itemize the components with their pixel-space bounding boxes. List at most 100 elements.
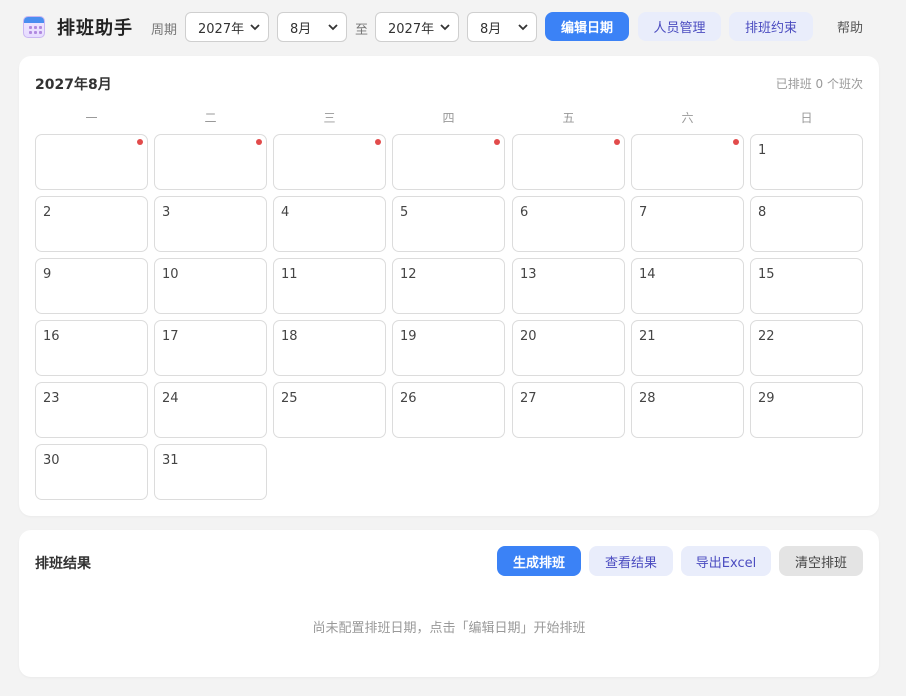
calendar-day-cell[interactable]: 28 xyxy=(631,382,744,438)
day-number: 2 xyxy=(43,205,52,220)
weekday-label: 四 xyxy=(442,111,455,125)
calendar-day-cell[interactable]: 1 xyxy=(750,134,863,190)
app-title: 排班助手 xyxy=(57,18,133,39)
staff-management-button[interactable]: 人员管理 xyxy=(638,12,721,41)
calendar-day-cell[interactable]: 5 xyxy=(392,196,505,252)
edit-dates-button[interactable]: 编辑日期 xyxy=(545,12,629,41)
day-number: 4 xyxy=(281,205,290,220)
calendar-day-cell[interactable]: 3 xyxy=(154,196,267,252)
day-number: 9 xyxy=(43,267,52,282)
results-card: 排班结果 生成排班 查看结果 导出Excel 清空排班 尚未配置排班日期，点击「… xyxy=(19,530,879,677)
results-title: 排班结果 xyxy=(35,556,91,572)
empty-state-message: 尚未配置排班日期，点击「编辑日期」开始排班 xyxy=(312,621,586,636)
day-number: 24 xyxy=(162,391,179,406)
period-label: 周期 xyxy=(151,23,178,38)
calendar-cell-outside-month[interactable] xyxy=(392,134,505,190)
day-number: 17 xyxy=(162,329,179,344)
day-number: 13 xyxy=(520,267,537,282)
chevron-down-icon xyxy=(518,24,528,31)
calendar-cell-outside-month[interactable] xyxy=(154,134,267,190)
day-number: 8 xyxy=(758,205,767,220)
calendar-day-cell[interactable]: 4 xyxy=(273,196,386,252)
calendar-day-cell[interactable]: 22 xyxy=(750,320,863,376)
weekday-label: 二 xyxy=(204,111,217,125)
calendar-day-cell[interactable]: 29 xyxy=(750,382,863,438)
calendar-cell-outside-month[interactable] xyxy=(273,134,386,190)
start-month-select[interactable]: 8月 xyxy=(277,12,347,42)
marker-dot xyxy=(375,139,381,145)
weekday-label: 三 xyxy=(323,111,336,125)
calendar-day-cell[interactable]: 15 xyxy=(750,258,863,314)
day-number: 23 xyxy=(43,391,60,406)
day-number: 20 xyxy=(520,329,537,344)
day-number: 16 xyxy=(43,329,60,344)
calendar-day-cell[interactable]: 30 xyxy=(35,444,148,500)
calendar-day-cell[interactable]: 16 xyxy=(35,320,148,376)
export-excel-button[interactable]: 导出Excel xyxy=(681,546,771,576)
chevron-down-icon xyxy=(440,24,450,31)
calendar-day-cell[interactable]: 10 xyxy=(154,258,267,314)
calendar-day-cell[interactable]: 31 xyxy=(154,444,267,500)
weekday-label: 日 xyxy=(800,111,813,125)
calendar-day-cell[interactable]: 6 xyxy=(512,196,625,252)
day-number: 21 xyxy=(639,329,656,344)
calendar-day-cell[interactable]: 14 xyxy=(631,258,744,314)
period-separator: 至 xyxy=(355,23,369,38)
calendar-day-cell[interactable]: 2 xyxy=(35,196,148,252)
day-number: 15 xyxy=(758,267,775,282)
calendar-day-cell[interactable]: 7 xyxy=(631,196,744,252)
marker-dot xyxy=(614,139,620,145)
end-year-select[interactable]: 2027年 xyxy=(375,12,459,42)
marker-dot xyxy=(733,139,739,145)
day-number: 25 xyxy=(281,391,298,406)
day-number: 29 xyxy=(758,391,775,406)
calendar-day-cell[interactable]: 21 xyxy=(631,320,744,376)
end-month-select[interactable]: 8月 xyxy=(467,12,537,42)
calendar-day-cell[interactable]: 8 xyxy=(750,196,863,252)
marker-dot xyxy=(137,139,143,145)
calendar-day-cell[interactable]: 27 xyxy=(512,382,625,438)
calendar-day-cell[interactable]: 23 xyxy=(35,382,148,438)
day-number: 18 xyxy=(281,329,298,344)
weekday-label: 六 xyxy=(681,111,694,125)
calendar-day-cell[interactable]: 19 xyxy=(392,320,505,376)
marker-dot xyxy=(256,139,262,145)
day-number: 7 xyxy=(639,205,648,220)
weekday-label: 五 xyxy=(562,111,575,125)
calendar-day-cell[interactable]: 25 xyxy=(273,382,386,438)
day-number: 6 xyxy=(520,205,529,220)
calendar-day-cell[interactable]: 13 xyxy=(512,258,625,314)
chevron-down-icon xyxy=(250,24,260,31)
generate-schedule-button[interactable]: 生成排班 xyxy=(497,546,581,576)
view-results-button[interactable]: 查看结果 xyxy=(589,546,673,576)
start-year-select[interactable]: 2027年 xyxy=(185,12,269,42)
day-number: 14 xyxy=(639,267,656,282)
day-number: 1 xyxy=(758,143,767,158)
start-year-value: 2027年 xyxy=(198,21,245,37)
calendar-cell-outside-month[interactable] xyxy=(631,134,744,190)
calendar-day-cell[interactable]: 17 xyxy=(154,320,267,376)
calendar-day-cell[interactable]: 26 xyxy=(392,382,505,438)
calendar-day-cell[interactable]: 12 xyxy=(392,258,505,314)
schedule-constraints-button[interactable]: 排班约束 xyxy=(729,12,813,41)
day-number: 31 xyxy=(162,453,179,468)
scheduled-count: 已排班 0 个班次 xyxy=(775,77,863,91)
day-number: 10 xyxy=(162,267,179,282)
day-number: 30 xyxy=(43,453,60,468)
day-number: 22 xyxy=(758,329,775,344)
calendar-day-cell[interactable]: 24 xyxy=(154,382,267,438)
calendar-icon xyxy=(23,16,45,38)
calendar-day-cell[interactable]: 9 xyxy=(35,258,148,314)
calendar-month-title: 2027年8月 xyxy=(35,77,112,93)
day-number: 27 xyxy=(520,391,537,406)
calendar-cell-outside-month[interactable] xyxy=(512,134,625,190)
calendar-day-cell[interactable]: 18 xyxy=(273,320,386,376)
calendar-day-cell[interactable]: 11 xyxy=(273,258,386,314)
chevron-down-icon xyxy=(328,24,338,31)
weekday-label: 一 xyxy=(85,111,98,125)
calendar-day-cell[interactable]: 20 xyxy=(512,320,625,376)
calendar-cell-outside-month[interactable] xyxy=(35,134,148,190)
clear-schedule-button[interactable]: 清空排班 xyxy=(779,546,863,576)
help-button[interactable]: 帮助 xyxy=(826,12,874,41)
day-number: 12 xyxy=(400,267,417,282)
